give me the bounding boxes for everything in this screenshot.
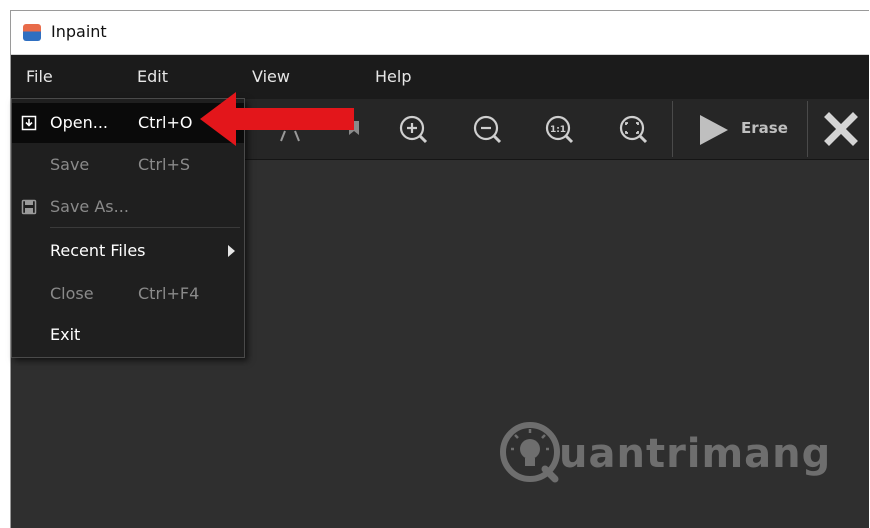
zoom-actual-size-label: 1:1 xyxy=(550,125,566,135)
open-shortcut: Ctrl+O xyxy=(138,113,193,132)
toolbar-separator xyxy=(807,101,808,157)
zoom-actual-size-icon[interactable]: 1:1 xyxy=(543,115,577,145)
menu-edit[interactable]: Edit xyxy=(137,67,168,86)
toolbar-separator xyxy=(672,101,673,157)
menu-item-save-as[interactable]: Save As... xyxy=(12,187,244,227)
watermark: uantrimang xyxy=(493,415,830,495)
close-shortcut: Ctrl+F4 xyxy=(138,284,200,303)
exit-label: Exit xyxy=(50,325,81,344)
play-icon xyxy=(700,115,728,145)
save-as-label: Save As... xyxy=(50,197,129,216)
save-label: Save xyxy=(50,155,90,174)
title-bar: Inpaint xyxy=(11,11,869,55)
erase-button[interactable]: Erase xyxy=(683,107,807,151)
zoom-in-icon[interactable] xyxy=(397,115,431,145)
menu-view[interactable]: View xyxy=(252,67,290,86)
open-label: Open... xyxy=(50,113,108,132)
watermark-text: uantrimang xyxy=(559,431,832,477)
menu-item-recent-files[interactable]: Recent Files xyxy=(12,231,244,271)
save-shortcut: Ctrl+S xyxy=(138,155,191,174)
menu-separator xyxy=(50,227,240,228)
close-icon xyxy=(824,112,858,146)
menu-bar: File Edit View Help xyxy=(11,55,869,99)
submenu-arrow-icon xyxy=(228,245,235,257)
close-image-button[interactable] xyxy=(821,109,861,149)
menu-item-exit[interactable]: Exit xyxy=(12,315,244,355)
recent-files-label: Recent Files xyxy=(50,241,146,260)
menu-help[interactable]: Help xyxy=(375,67,411,86)
floppy-disk-icon xyxy=(21,199,37,215)
open-file-icon xyxy=(21,115,37,131)
inpaint-app-icon xyxy=(23,24,41,41)
zoom-out-icon[interactable] xyxy=(471,115,505,145)
window-title: Inpaint xyxy=(51,22,107,41)
red-arrow-annotation xyxy=(200,92,354,146)
menu-item-save[interactable]: Save Ctrl+S xyxy=(12,145,244,185)
close-label: Close xyxy=(50,284,94,303)
menu-item-close[interactable]: Close Ctrl+F4 xyxy=(12,274,244,314)
zoom-fit-icon[interactable] xyxy=(617,115,651,145)
erase-label: Erase xyxy=(741,119,788,137)
menu-file[interactable]: File xyxy=(26,67,53,86)
lightbulb-icon xyxy=(500,422,560,483)
